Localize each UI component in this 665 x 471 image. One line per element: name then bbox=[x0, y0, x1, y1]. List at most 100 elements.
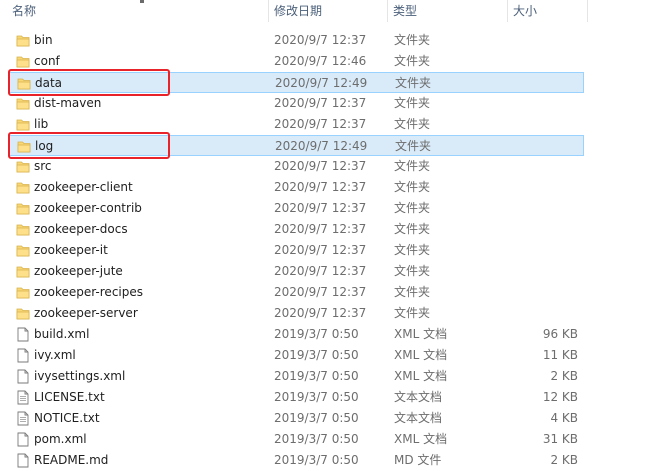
folder-row[interactable]: zookeeper-client 2020/9/7 12:37 文件夹 bbox=[8, 177, 584, 198]
modified-date: 2019/3/7 0:50 bbox=[274, 390, 359, 404]
column-divider[interactable] bbox=[387, 0, 388, 22]
folder-row[interactable]: zookeeper-contrib 2020/9/7 12:37 文件夹 bbox=[8, 198, 584, 219]
file-size: 4 KB bbox=[550, 411, 578, 425]
file-type: 文件夹 bbox=[394, 243, 431, 257]
folder-icon bbox=[16, 285, 30, 300]
file-type: 文件夹 bbox=[394, 285, 431, 299]
folder-icon bbox=[16, 201, 30, 216]
file-row[interactable]: build.xml 2019/3/7 0:50 XML 文档 96 KB bbox=[8, 324, 584, 345]
file-type: 文本文档 bbox=[394, 390, 443, 404]
file-type: XML 文档 bbox=[394, 369, 448, 383]
modified-date: 2020/9/7 12:49 bbox=[275, 76, 368, 90]
document-icon bbox=[16, 327, 30, 342]
file-type: XML 文档 bbox=[394, 348, 448, 362]
modified-date: 2020/9/7 12:37 bbox=[274, 264, 367, 278]
file-name: build.xml bbox=[34, 327, 90, 341]
folder-row[interactable]: dist-maven 2020/9/7 12:37 文件夹 bbox=[8, 93, 584, 114]
folder-row[interactable]: zookeeper-docs 2020/9/7 12:37 文件夹 bbox=[8, 219, 584, 240]
folder-icon bbox=[16, 180, 30, 195]
folder-row[interactable]: zookeeper-it 2020/9/7 12:37 文件夹 bbox=[8, 240, 584, 261]
column-header-type[interactable]: 类型 bbox=[389, 0, 504, 22]
file-size: 2 KB bbox=[550, 453, 578, 467]
column-header-date[interactable]: 修改日期 bbox=[270, 0, 385, 22]
column-divider[interactable] bbox=[507, 0, 508, 22]
modified-date: 2020/9/7 12:37 bbox=[274, 285, 367, 299]
folder-icon bbox=[16, 222, 30, 237]
folder-row[interactable]: zookeeper-server 2020/9/7 12:37 文件夹 bbox=[8, 303, 584, 324]
file-row[interactable]: pom.xml 2019/3/7 0:50 XML 文档 31 KB bbox=[8, 429, 584, 450]
file-name: dist-maven bbox=[34, 96, 102, 110]
text-document-icon bbox=[16, 390, 30, 405]
document-icon bbox=[16, 348, 30, 363]
file-type: 文件夹 bbox=[394, 264, 431, 278]
file-name: zookeeper-it bbox=[34, 243, 108, 257]
file-size: 31 KB bbox=[542, 432, 578, 446]
text-document-icon bbox=[16, 411, 30, 426]
file-row[interactable]: ivy.xml 2019/3/7 0:50 XML 文档 11 KB bbox=[8, 345, 584, 366]
sort-indicator-icon bbox=[140, 0, 144, 3]
file-type: 文本文档 bbox=[394, 411, 443, 425]
column-divider[interactable] bbox=[587, 0, 588, 22]
folder-row[interactable]: zookeeper-recipes 2020/9/7 12:37 文件夹 bbox=[8, 282, 584, 303]
file-name: zookeeper-server bbox=[34, 306, 138, 320]
file-name: pom.xml bbox=[34, 432, 87, 446]
modified-date: 2020/9/7 12:37 bbox=[274, 96, 367, 110]
file-size: 11 KB bbox=[542, 348, 578, 362]
document-icon bbox=[16, 453, 30, 468]
file-type: 文件夹 bbox=[394, 306, 431, 320]
modified-date: 2019/3/7 0:50 bbox=[274, 453, 359, 467]
file-row[interactable]: LICENSE.txt 2019/3/7 0:50 文本文档 12 KB bbox=[8, 387, 584, 408]
folder-row[interactable]: src 2020/9/7 12:37 文件夹 bbox=[8, 156, 584, 177]
modified-date: 2020/9/7 12:37 bbox=[274, 159, 367, 173]
folder-icon bbox=[16, 33, 30, 48]
file-type: 文件夹 bbox=[394, 159, 431, 173]
folder-icon bbox=[16, 264, 30, 279]
column-header-size[interactable]: 大小 bbox=[509, 0, 584, 22]
file-size: 2 KB bbox=[550, 369, 578, 383]
file-name: zookeeper-docs bbox=[34, 222, 128, 236]
modified-date: 2020/9/7 12:37 bbox=[274, 201, 367, 215]
document-icon bbox=[16, 432, 30, 447]
file-row[interactable]: README.md 2019/3/7 0:50 MD 文件 2 KB bbox=[8, 450, 584, 471]
modified-date: 2020/9/7 12:37 bbox=[274, 306, 367, 320]
file-row[interactable]: NOTICE.txt 2019/3/7 0:50 文本文档 4 KB bbox=[8, 408, 584, 429]
file-name: bin bbox=[34, 33, 53, 47]
folder-icon bbox=[16, 243, 30, 258]
folder-row[interactable]: zookeeper-jute 2020/9/7 12:37 文件夹 bbox=[8, 261, 584, 282]
file-name: zookeeper-client bbox=[34, 180, 133, 194]
annotation-highlight-box bbox=[8, 132, 170, 159]
file-type: 文件夹 bbox=[394, 222, 431, 236]
file-type: XML 文档 bbox=[394, 432, 448, 446]
column-header-name[interactable]: 名称 bbox=[8, 0, 268, 22]
file-type: 文件夹 bbox=[394, 33, 431, 47]
folder-icon bbox=[16, 54, 30, 69]
folder-row[interactable]: bin 2020/9/7 12:37 文件夹 bbox=[8, 30, 584, 51]
file-name: NOTICE.txt bbox=[34, 411, 100, 425]
file-size: 12 KB bbox=[542, 390, 578, 404]
modified-date: 2019/3/7 0:50 bbox=[274, 348, 359, 362]
modified-date: 2020/9/7 12:37 bbox=[274, 180, 367, 194]
annotation-highlight-box bbox=[8, 69, 170, 96]
file-type: 文件夹 bbox=[394, 180, 431, 194]
modified-date: 2019/3/7 0:50 bbox=[274, 327, 359, 341]
folder-icon bbox=[16, 159, 30, 174]
folder-icon bbox=[16, 306, 30, 321]
modified-date: 2019/3/7 0:50 bbox=[274, 432, 359, 446]
folder-icon bbox=[16, 117, 30, 132]
file-row[interactable]: ivysettings.xml 2019/3/7 0:50 XML 文档 2 KB bbox=[8, 366, 584, 387]
file-type: 文件夹 bbox=[394, 201, 431, 215]
file-name: ivysettings.xml bbox=[34, 369, 126, 383]
column-divider[interactable] bbox=[268, 0, 269, 22]
modified-date: 2020/9/7 12:46 bbox=[274, 54, 367, 68]
file-size: 96 KB bbox=[542, 327, 578, 341]
file-type: 文件夹 bbox=[394, 96, 431, 110]
modified-date: 2020/9/7 12:37 bbox=[274, 243, 367, 257]
modified-date: 2020/9/7 12:37 bbox=[274, 33, 367, 47]
modified-date: 2019/3/7 0:50 bbox=[274, 411, 359, 425]
file-type: 文件夹 bbox=[394, 54, 431, 68]
modified-date: 2020/9/7 12:49 bbox=[275, 139, 368, 153]
file-type: XML 文档 bbox=[394, 327, 448, 341]
modified-date: 2020/9/7 12:37 bbox=[274, 117, 367, 131]
file-name: LICENSE.txt bbox=[34, 390, 105, 404]
modified-date: 2020/9/7 12:37 bbox=[274, 222, 367, 236]
